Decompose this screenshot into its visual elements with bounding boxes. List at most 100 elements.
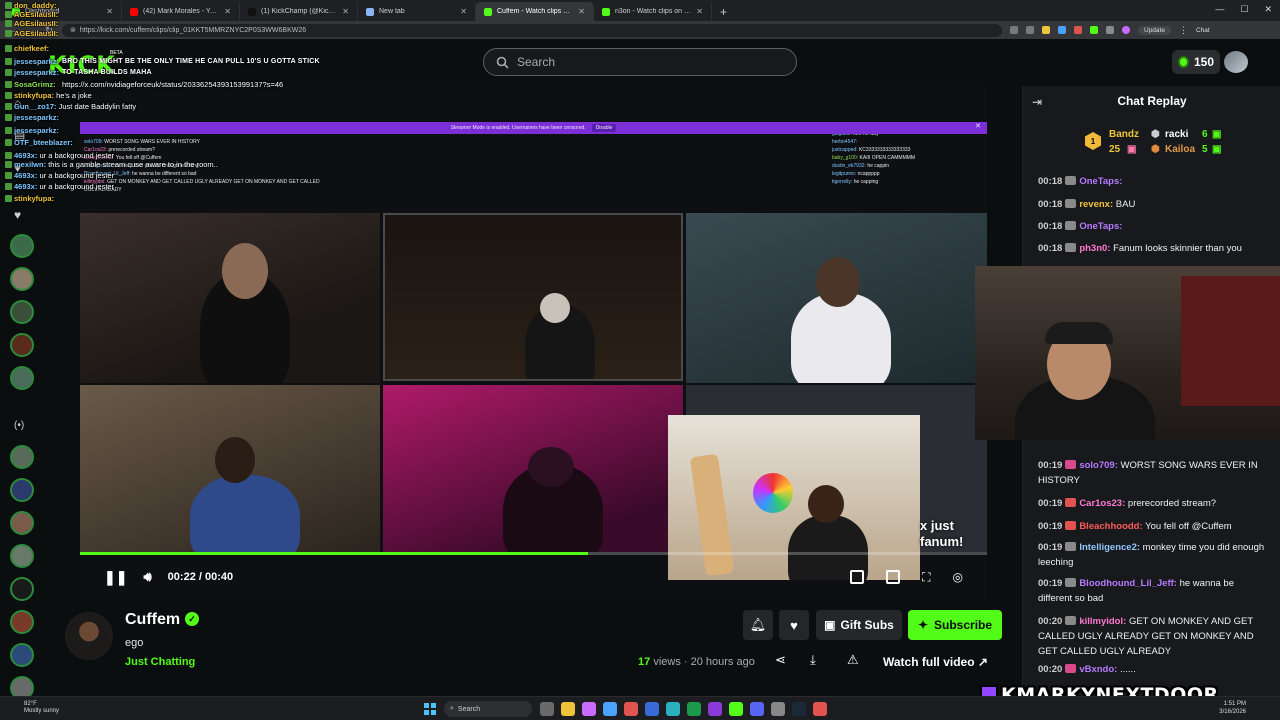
collapse-chat-icon[interactable]: ⇥ <box>1032 95 1042 109</box>
tab-close-icon[interactable]: ✕ <box>578 7 585 16</box>
followed-channel-avatar[interactable] <box>10 234 34 258</box>
browser-tab[interactable]: n3on - Watch clips on Kick ✕ <box>594 2 712 21</box>
search-input[interactable]: Search <box>483 48 797 76</box>
watch-full-video-link[interactable]: Watch full video ↗ <box>883 655 988 669</box>
taskbar-app-icon[interactable] <box>813 702 827 716</box>
steam-icon[interactable] <box>792 702 806 716</box>
chat-username[interactable]: Bloodhound_Lil_Jeff: <box>1079 578 1177 589</box>
recommended-channel-avatar[interactable] <box>10 610 34 634</box>
recommended-channel-avatar[interactable] <box>10 478 34 502</box>
taskbar-app-icon[interactable] <box>624 702 638 716</box>
tab-close-icon[interactable]: ✕ <box>696 7 703 16</box>
leaderboard-name[interactable]: Kailoa <box>1165 144 1195 155</box>
category-link[interactable]: Just Chatting <box>125 656 195 668</box>
tab-close-icon[interactable]: ✕ <box>460 7 467 16</box>
taskbar-app-icon[interactable] <box>603 702 617 716</box>
chat-message-text: You fell off @Cuffem <box>1145 521 1232 532</box>
update-button[interactable]: Update <box>1138 25 1171 35</box>
menu-dots-icon[interactable]: ⋮ <box>1179 25 1188 36</box>
subscriber-badge-icon <box>5 69 12 76</box>
chat-username[interactable]: killmyidol: <box>1079 616 1126 627</box>
chat-username[interactable]: vBxndo: <box>1079 664 1117 675</box>
browser-tab[interactable]: Cuffem - Watch clips on Kick ✕ <box>476 2 594 21</box>
taskbar-app-icon[interactable] <box>645 702 659 716</box>
zoom-icon[interactable] <box>1010 26 1018 34</box>
maximize-icon[interactable]: ☐ <box>1240 4 1248 15</box>
recommended-channel-avatar[interactable] <box>10 445 34 469</box>
playback-speed-icon[interactable]: ◎ <box>953 570 963 584</box>
chat-message-text: Fanum looks skinnier than you <box>1113 243 1242 254</box>
browser-tab[interactable]: New tab ✕ <box>358 2 476 21</box>
report-warning-icon[interactable]: ⚠ <box>847 652 859 668</box>
extension-icon[interactable] <box>1090 26 1098 34</box>
download-icon[interactable]: ⤓ <box>810 652 816 668</box>
disable-streamer-mode-button[interactable]: Disable <box>591 124 617 132</box>
subscribe-button[interactable]: ✦ Subscribe <box>908 610 1002 640</box>
chat-badge-icon <box>1065 578 1077 587</box>
recommended-channel-avatar[interactable] <box>10 577 34 601</box>
taskbar-search[interactable]: ⌕ Search <box>444 701 532 717</box>
followed-channel-avatar[interactable] <box>10 366 34 390</box>
weather-widget[interactable]: 82°F Mostly sunny <box>24 701 59 715</box>
gift-subs-button[interactable]: ▣ Gift Subs <box>816 610 902 640</box>
taskbar-app-icon[interactable] <box>582 702 596 716</box>
bookmark-star-icon[interactable] <box>1042 26 1050 34</box>
recommended-channel-avatar[interactable] <box>10 643 34 667</box>
picture-in-picture-icon[interactable] <box>850 570 865 584</box>
recommended-icon[interactable]: (•) <box>14 420 24 431</box>
recommended-channel-avatar[interactable] <box>10 511 34 535</box>
chat-username[interactable]: OneTaps: <box>1079 221 1122 232</box>
extension-icon[interactable] <box>1074 26 1082 34</box>
banner-close-icon[interactable]: ✕ <box>975 122 981 130</box>
edge-icon[interactable] <box>666 702 680 716</box>
gift-leaderboard: 1 Bandz 25 ▣ ⬢ racki 6 ▣ ⬢ Kailoa 5 ▣ <box>1083 126 1263 162</box>
followed-channel-avatar[interactable] <box>10 300 34 324</box>
streamer-avatar[interactable] <box>65 612 113 660</box>
follow-heart-button[interactable]: ♥ <box>779 610 809 640</box>
chat-username[interactable]: solo709: <box>1079 460 1118 471</box>
followed-channel-avatar[interactable] <box>10 333 34 357</box>
chrome-icon[interactable] <box>687 702 701 716</box>
share-icon[interactable]: ⋖ <box>775 652 786 668</box>
chat-username[interactable]: revenx: <box>1079 199 1113 210</box>
stream-chat-text: KC3333333333333333 <box>858 147 911 153</box>
bell-icon: 🔔︎ <box>749 617 767 632</box>
streamer-name[interactable]: Cuffem <box>125 611 180 629</box>
volume-icon[interactable]: 🔊︎ <box>143 569 151 585</box>
profile-avatar[interactable] <box>1122 26 1130 34</box>
favorites-heart-icon[interactable]: ♥ <box>14 208 21 222</box>
taskbar-clock[interactable]: 1:51 PM 3/16/2026 <box>1219 700 1246 716</box>
chat-username[interactable]: Car1os23: <box>1079 498 1125 509</box>
user-avatar[interactable] <box>1224 51 1248 73</box>
chat-username[interactable]: Bleachhoodd: <box>1079 521 1142 532</box>
chat-username[interactable]: OneTaps: <box>1079 176 1122 187</box>
chat-username[interactable]: Intelligence2: <box>1079 542 1140 553</box>
seek-bar[interactable] <box>80 552 987 555</box>
chat-username[interactable]: ph3n0: <box>1079 243 1110 254</box>
extensions-puzzle-icon[interactable] <box>1106 26 1114 34</box>
notification-bell-button[interactable]: 🔔︎ <box>743 610 773 640</box>
taskbar-app-icon[interactable] <box>708 702 722 716</box>
taskbar-app-icon[interactable] <box>771 702 785 716</box>
recommended-channel-avatar[interactable] <box>10 544 34 568</box>
leaderboard-name[interactable]: Bandz <box>1109 129 1139 140</box>
discord-icon[interactable] <box>750 702 764 716</box>
start-menu-icon[interactable] <box>424 703 436 715</box>
followed-channel-avatar[interactable] <box>10 267 34 291</box>
share-icon[interactable] <box>1026 26 1034 34</box>
new-tab-button[interactable]: + <box>712 2 735 21</box>
minimize-icon[interactable]: — <box>1215 4 1224 15</box>
chat-button[interactable]: Chat <box>1196 27 1210 34</box>
close-window-icon[interactable]: ✕ <box>1264 4 1272 15</box>
leaderboard-name[interactable]: racki <box>1165 129 1188 140</box>
theater-mode-icon[interactable] <box>886 570 901 584</box>
weather-temp: 82°F <box>24 701 37 707</box>
extension-icon[interactable] <box>1058 26 1066 34</box>
pause-icon[interactable]: ❚❚ <box>104 569 127 586</box>
taskbar-app-icon[interactable] <box>729 702 743 716</box>
file-explorer-icon[interactable] <box>561 702 575 716</box>
tab-close-icon[interactable]: ✕ <box>342 7 349 16</box>
fullscreen-icon[interactable]: ⛶ <box>922 570 930 585</box>
channel-points[interactable]: 150 <box>1172 50 1220 74</box>
taskbar-app-icon[interactable] <box>540 702 554 716</box>
